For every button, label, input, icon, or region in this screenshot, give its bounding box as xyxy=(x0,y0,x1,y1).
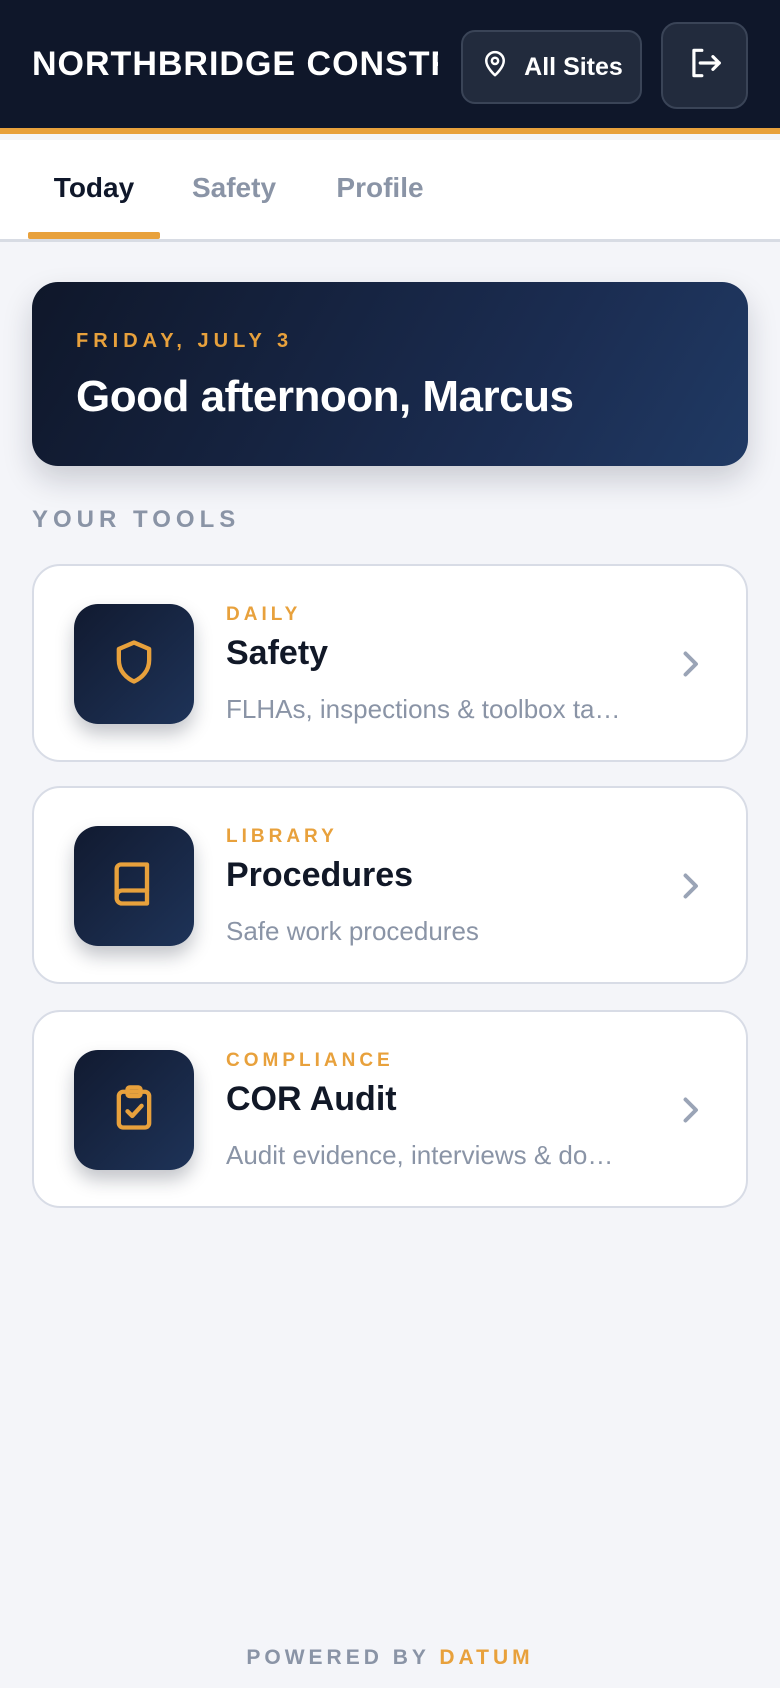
tab-safety[interactable]: Safety xyxy=(182,170,286,242)
chevron-right-icon xyxy=(683,651,698,677)
site-selector-label: All Sites xyxy=(524,52,623,81)
tool-category: COMPLIANCE xyxy=(226,1050,394,1071)
tools-section-label: YOUR TOOLS xyxy=(32,506,241,533)
greeting-message: Good afternoon, Marcus xyxy=(76,372,574,421)
map-pin-icon xyxy=(480,49,510,86)
company-name: NORTHBRIDGE CONSTRUCTI xyxy=(32,45,438,83)
tab-profile[interactable]: Profile xyxy=(326,170,434,242)
footer-prefix: POWERED BY xyxy=(246,1646,430,1669)
tool-title: COR Audit xyxy=(226,1080,397,1118)
tool-title: Procedures xyxy=(226,856,414,894)
tool-category: DAILY xyxy=(226,604,302,625)
chevron-right-icon xyxy=(683,873,698,899)
tool-description: Safe work procedures xyxy=(226,916,479,946)
tool-title: Safety xyxy=(226,634,329,672)
tool-icon-tile xyxy=(74,1050,194,1170)
chevron-right-icon xyxy=(683,1097,698,1123)
greeting-date: FRIDAY, JULY 3 xyxy=(76,330,294,352)
logout-button[interactable] xyxy=(661,22,748,109)
book-icon xyxy=(108,858,160,915)
tool-icon-tile xyxy=(74,826,194,946)
active-tab-indicator xyxy=(28,232,160,239)
greeting-card: FRIDAY, JULY 3 Good afternoon, Marcus xyxy=(32,282,748,466)
tool-card-procedures[interactable]: LIBRARY Procedures Safe work procedures xyxy=(32,786,748,984)
top-bar: NORTHBRIDGE CONSTRUCTI All Sites xyxy=(0,0,780,134)
tool-card-safety[interactable]: DAILY Safety FLHAs, inspections & toolbo… xyxy=(32,564,748,762)
logout-icon xyxy=(686,44,724,87)
powered-by-footer: POWERED BY DATUM xyxy=(0,1646,780,1670)
tool-icon-tile xyxy=(74,604,194,724)
site-selector-button[interactable]: All Sites xyxy=(461,30,642,104)
tool-card-cor-audit[interactable]: COMPLIANCE COR Audit Audit evidence, int… xyxy=(32,1010,748,1208)
tool-description: FLHAs, inspections & toolbox talks xyxy=(226,694,626,724)
app-root: NORTHBRIDGE CONSTRUCTI All Sites Today xyxy=(0,0,780,1688)
shield-icon xyxy=(108,636,160,693)
tab-bar: Today Safety Profile xyxy=(0,140,780,242)
clipboard-check-icon xyxy=(108,1082,160,1139)
tool-category: LIBRARY xyxy=(226,826,338,847)
footer-brand: DATUM xyxy=(439,1646,534,1669)
tool-description: Audit evidence, interviews & documents xyxy=(226,1140,626,1170)
